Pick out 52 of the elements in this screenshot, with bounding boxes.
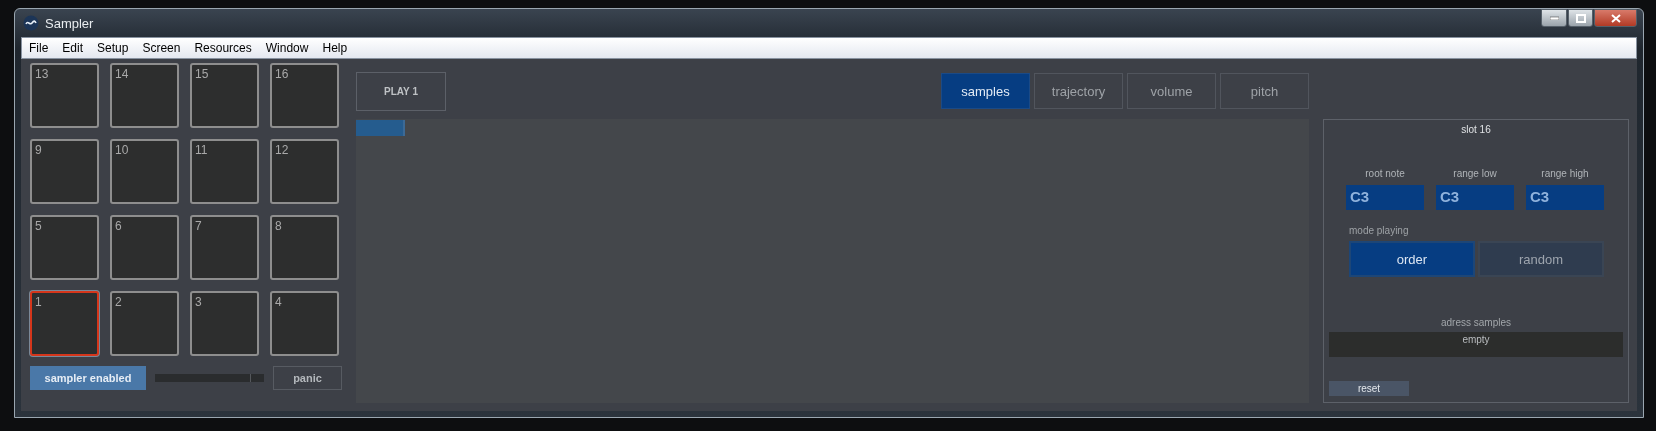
mode-label: mode playing	[1349, 225, 1410, 236]
sample-pad[interactable]: 5	[30, 215, 99, 280]
sample-pad[interactable]: 13	[30, 63, 99, 128]
address-field[interactable]: empty	[1329, 332, 1623, 357]
position-marker[interactable]	[356, 120, 405, 136]
sample-pad[interactable]: 8	[270, 215, 339, 280]
sample-pad[interactable]: 14	[110, 63, 179, 128]
note-field[interactable]: C3	[1346, 185, 1424, 210]
field-label: range high	[1541, 168, 1589, 179]
menu-item[interactable]: Help	[315, 41, 355, 55]
address-label: adress samples	[1441, 317, 1511, 328]
field-label: range low	[1453, 168, 1497, 179]
reset-button[interactable]: reset	[1329, 381, 1409, 396]
app-logo-icon	[23, 15, 39, 31]
menu-item[interactable]: File	[22, 41, 56, 55]
sample-pad[interactable]: 6	[110, 215, 179, 280]
tab[interactable]: volume	[1127, 73, 1216, 109]
close-icon	[1610, 13, 1621, 23]
tab[interactable]: pitch	[1220, 73, 1309, 109]
panel-title: slot 16	[1461, 124, 1491, 135]
menu-item[interactable]: Window	[258, 41, 316, 55]
close-button[interactable]	[1594, 9, 1637, 27]
minimize-icon	[1549, 16, 1559, 20]
menu-item[interactable]: Screen	[135, 41, 188, 55]
mode-button[interactable]: random	[1478, 241, 1604, 277]
note-field[interactable]: C3	[1436, 185, 1514, 210]
tab[interactable]: trajectory	[1034, 73, 1123, 109]
sample-pad[interactable]: 4	[270, 291, 339, 356]
menu-item[interactable]: Resources	[187, 41, 259, 55]
play-button[interactable]: PLAY 1	[356, 71, 446, 111]
sample-pad[interactable]: 16	[270, 63, 339, 128]
maximize-button[interactable]	[1568, 9, 1593, 27]
sample-pad[interactable]: 1	[30, 291, 99, 356]
mode-button[interactable]: order	[1349, 241, 1475, 277]
sample-pad[interactable]: 11	[190, 139, 259, 204]
sampler-toggle[interactable]: sampler enabled	[30, 366, 146, 390]
sample-pad[interactable]: 3	[190, 291, 259, 356]
sample-pad[interactable]: 12	[270, 139, 339, 204]
menu-item[interactable]: Edit	[55, 41, 91, 55]
minimize-button[interactable]	[1541, 9, 1567, 27]
sample-pad[interactable]: 9	[30, 139, 99, 204]
menu-item[interactable]: Setup	[90, 41, 136, 55]
maximize-icon	[1575, 13, 1586, 23]
note-field[interactable]: C3	[1526, 185, 1604, 210]
sample-pad[interactable]: 7	[190, 215, 259, 280]
sample-pad[interactable]: 10	[110, 139, 179, 204]
window-title: Sampler	[45, 15, 94, 31]
tab[interactable]: samples	[941, 73, 1030, 109]
sample-pad[interactable]: 15	[190, 63, 259, 128]
panic-button[interactable]: panic	[273, 366, 342, 390]
sample-pad[interactable]: 2	[110, 291, 179, 356]
field-label: root note	[1365, 168, 1405, 179]
